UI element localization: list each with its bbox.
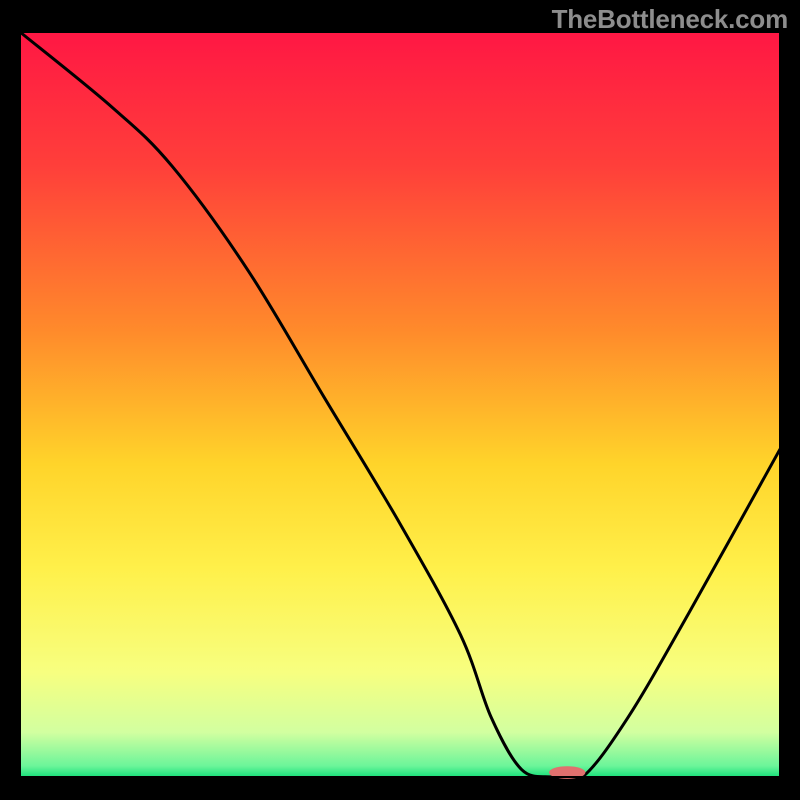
- chart-container: TheBottleneck.com: [0, 0, 800, 800]
- bottleneck-chart: [0, 0, 800, 800]
- gradient-background: [20, 32, 780, 777]
- watermark-text: TheBottleneck.com: [552, 4, 788, 35]
